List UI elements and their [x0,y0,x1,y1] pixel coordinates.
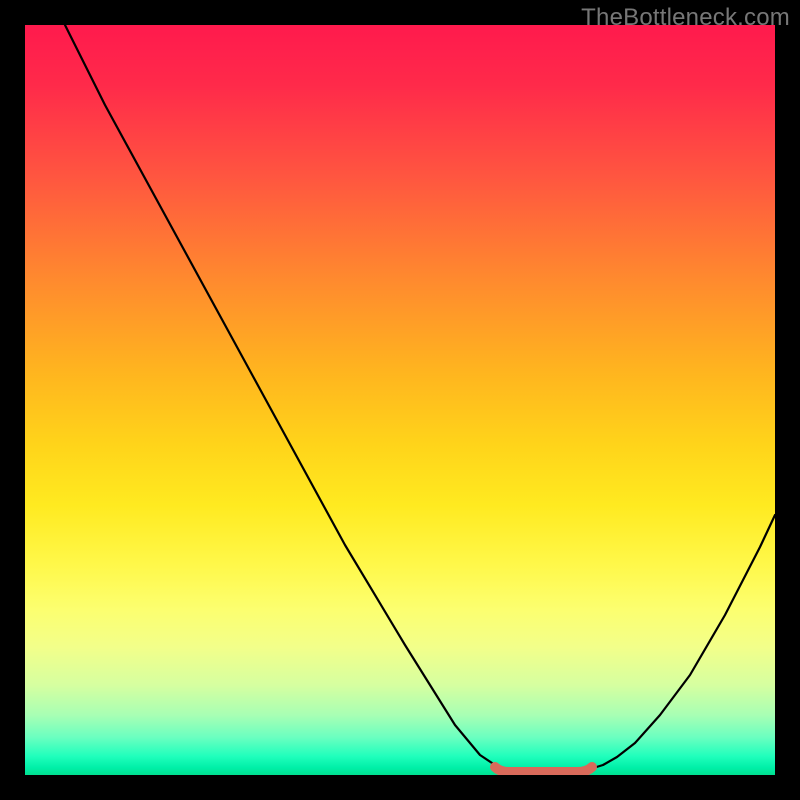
chart-frame: TheBottleneck.com [0,0,800,800]
plot-area [25,25,775,775]
curve-svg [25,25,775,775]
optimal-range-marker [495,767,592,772]
watermark-label: TheBottleneck.com [581,4,790,32]
bottleneck-curve [65,25,775,773]
